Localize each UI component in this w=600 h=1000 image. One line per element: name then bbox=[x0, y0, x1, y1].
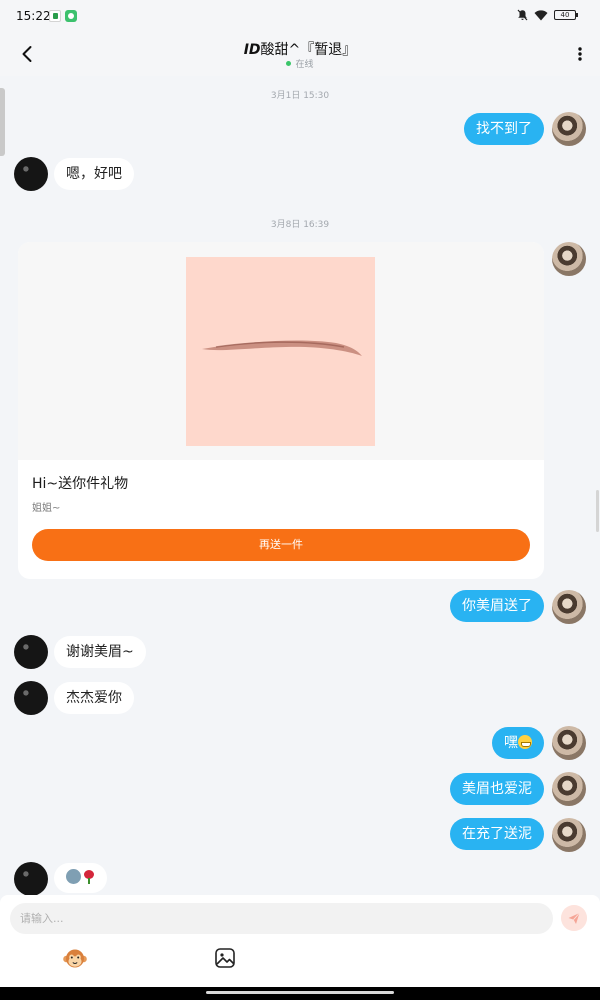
emoji-monkey-icon[interactable] bbox=[62, 946, 88, 972]
self-avatar[interactable] bbox=[552, 112, 586, 146]
contact-avatar[interactable] bbox=[14, 862, 48, 896]
contact-avatar[interactable] bbox=[14, 635, 48, 669]
message-text: 嘿 bbox=[504, 735, 518, 751]
message-bubble[interactable]: 美眉也爱泥 bbox=[450, 773, 544, 805]
message-bubble[interactable]: 谢谢美眉~ bbox=[54, 636, 146, 668]
self-avatar[interactable] bbox=[552, 772, 586, 806]
message-bubble[interactable]: 杰杰爱你 bbox=[54, 682, 134, 714]
contact-avatar[interactable] bbox=[14, 681, 48, 715]
app-icon bbox=[49, 10, 61, 22]
message-bubble[interactable] bbox=[54, 863, 107, 893]
battery-icon: 40 bbox=[554, 10, 578, 20]
message-bubble[interactable]: 你美眉送了 bbox=[450, 590, 544, 622]
send-another-gift-button[interactable]: 再送一件 bbox=[32, 529, 530, 561]
system-nav-bar bbox=[0, 987, 600, 1000]
gift-image bbox=[186, 257, 375, 446]
message-bubble[interactable]: 找不到了 bbox=[464, 113, 544, 145]
online-status: 在线 bbox=[0, 57, 600, 70]
message-bubble[interactable]: 在充了送泥 bbox=[450, 818, 544, 850]
self-avatar[interactable] bbox=[552, 242, 586, 276]
eyebrow-illustration bbox=[202, 340, 362, 356]
timestamp: 3月1日 15:30 bbox=[270, 91, 330, 101]
message-input[interactable]: 请输入... bbox=[10, 903, 553, 934]
chat-title: ID酸甜^『暂退』 bbox=[0, 39, 600, 59]
online-label: 在线 bbox=[295, 60, 314, 70]
message-bubble[interactable]: 嘿 bbox=[492, 727, 544, 759]
mute-icon bbox=[517, 9, 528, 21]
chat-header: ID酸甜^『暂退』 在线 bbox=[0, 32, 600, 76]
self-avatar[interactable] bbox=[552, 590, 586, 624]
send-icon[interactable] bbox=[561, 905, 587, 931]
scrollbar[interactable] bbox=[596, 490, 599, 532]
self-avatar[interactable] bbox=[552, 818, 586, 852]
title-name: 酸甜^『暂退』 bbox=[260, 42, 357, 58]
contact-avatar[interactable] bbox=[14, 157, 48, 191]
gift-image-area bbox=[18, 242, 544, 460]
home-gesture-bar[interactable] bbox=[206, 991, 394, 994]
online-dot bbox=[286, 61, 292, 66]
more-vertical-icon[interactable] bbox=[572, 40, 588, 68]
status-bar: 15:22 40 bbox=[0, 0, 600, 32]
gift-card[interactable]: Hi~送你件礼物 姐姐~ 再送一件 bbox=[18, 242, 544, 579]
wifi-icon bbox=[534, 9, 548, 20]
timestamp: 3月8日 16:39 bbox=[270, 220, 330, 230]
gift-title: Hi~送你件礼物 bbox=[32, 476, 129, 492]
message-bubble[interactable]: 嗯，好吧 bbox=[54, 158, 134, 190]
blue-face-emoji-icon bbox=[66, 869, 81, 884]
input-panel: 请输入... bbox=[0, 895, 600, 987]
status-indicators: 40 bbox=[517, 9, 578, 21]
status-time: 15:22 bbox=[16, 9, 51, 23]
self-avatar[interactable] bbox=[552, 726, 586, 760]
title-prefix: ID bbox=[243, 42, 261, 58]
rose-emoji-icon bbox=[83, 869, 95, 884]
chat-app-icon bbox=[65, 10, 77, 22]
grin-emoji-icon bbox=[518, 734, 532, 749]
image-icon[interactable] bbox=[214, 947, 236, 969]
gift-subtitle: 姐姐~ bbox=[32, 503, 61, 514]
